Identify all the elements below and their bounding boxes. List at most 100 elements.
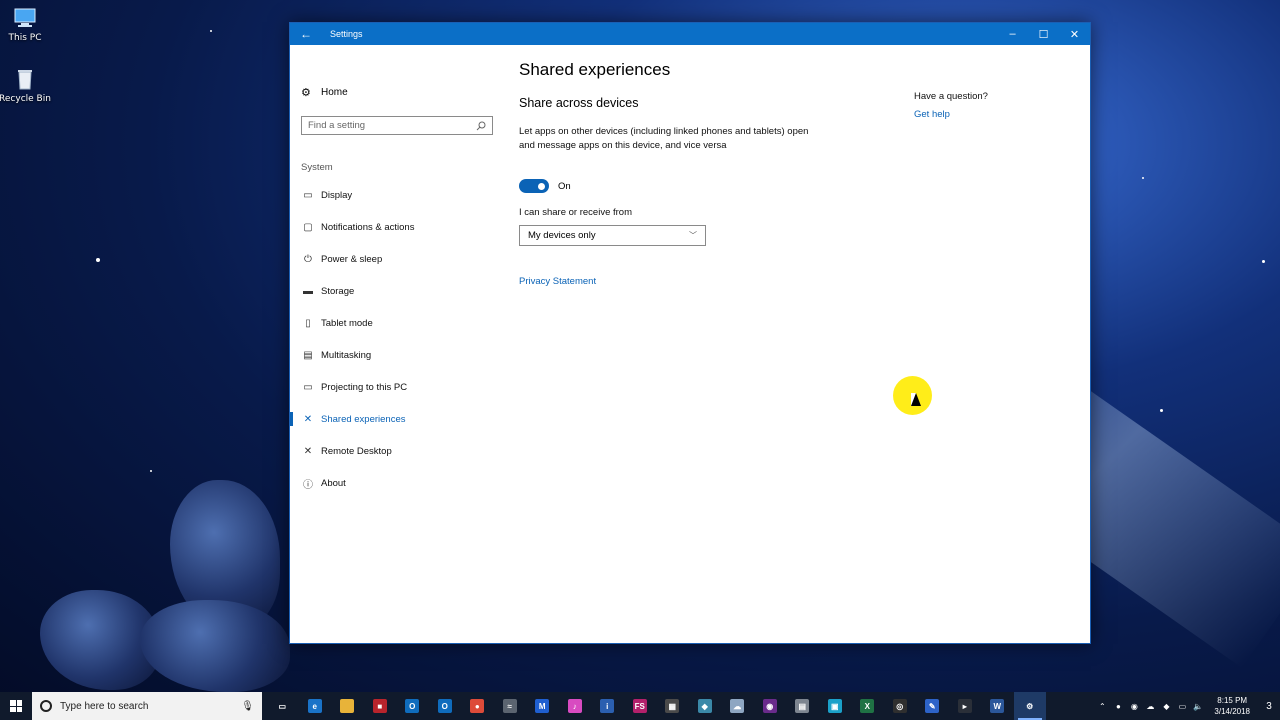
taskbar-app-itunes[interactable]: ♪ [559, 692, 592, 720]
get-help-link[interactable]: Get help [914, 109, 988, 120]
sidebar-item-projecting[interactable]: ▭ Projecting to this PC [290, 371, 502, 403]
chevron-up-icon[interactable]: ⌃ [1094, 702, 1110, 711]
minimize-button[interactable]: – [997, 23, 1028, 45]
sidebar-item-storage[interactable]: ▬ Storage [290, 275, 502, 307]
app-info-icon: i [600, 699, 615, 713]
sidebar-item-label: Remote Desktop [321, 445, 392, 457]
taskbar-app-obs[interactable]: ◎ [884, 692, 917, 720]
taskbar-clock[interactable]: 8:15 PM 3/14/2018 [1206, 695, 1258, 717]
taskbar-app-app-gray-2[interactable]: ▤ [786, 692, 819, 720]
sidebar-item-display[interactable]: ▭ Display [290, 179, 502, 211]
taskbar-app-edge[interactable]: e [299, 692, 332, 720]
tray-app-icon[interactable]: ◉ [1126, 702, 1142, 711]
taskbar-app-settings[interactable]: ⚙ [1013, 692, 1046, 720]
sidebar-item-power[interactable]: ⏻ Power & sleep [290, 243, 502, 275]
asteroid [140, 600, 290, 692]
app-teal-icon: ◆ [697, 699, 712, 713]
sidebar-item-multitasking[interactable]: ▤ Multitasking [290, 339, 502, 371]
app-cyan-icon: ▣ [827, 699, 842, 713]
calculator-icon: ▦ [665, 699, 680, 713]
itunes-icon: ♪ [567, 699, 582, 713]
sidebar-item-label: About [321, 477, 346, 489]
share-toggle[interactable] [519, 179, 549, 193]
taskbar-app-app-red[interactable]: ■ [364, 692, 397, 720]
app-cloud-icon: ☁ [730, 699, 745, 713]
notification-count: 3 [1266, 700, 1272, 712]
taskbar-app-malwarebytes[interactable]: M [526, 692, 559, 720]
gear-icon: ⚙ [301, 87, 311, 99]
share-from-dropdown[interactable]: My devices only ﹀ [519, 225, 706, 246]
excel-app-icon: X [860, 699, 875, 713]
taskbar-app-app-dark[interactable]: ▸ [949, 692, 982, 720]
sidebar-item-about[interactable]: ⓘ About [290, 467, 502, 499]
shared-icon: ✕ [303, 413, 313, 425]
page-title: Shared experiences [519, 60, 671, 79]
sidebar-item-remote-desktop[interactable]: ✕ Remote Desktop [290, 435, 502, 467]
search-placeholder: Find a setting [308, 120, 366, 131]
desktop-icon-recycle-bin[interactable]: Recycle Bin [0, 67, 55, 104]
network-icon[interactable]: ▭ [1174, 702, 1190, 711]
taskbar-app-outlook-2[interactable]: O [429, 692, 462, 720]
minimize-icon: – [1009, 28, 1016, 40]
taskbar-app-app-cloud[interactable]: ☁ [721, 692, 754, 720]
taskbar-app-app-teal[interactable]: ◆ [689, 692, 722, 720]
taskbar-app-app-info[interactable]: i [591, 692, 624, 720]
maximize-icon: ☐ [1038, 28, 1049, 41]
cortana-icon [40, 700, 52, 712]
taskbar-app-word[interactable]: W [981, 692, 1014, 720]
window-title: Settings [330, 29, 363, 39]
back-button[interactable]: ← [290, 23, 322, 45]
onedrive-icon[interactable]: ☁ [1142, 702, 1158, 711]
task-view-icon: ▭ [275, 699, 290, 713]
action-center-button[interactable]: 3 [1258, 701, 1280, 712]
outlook-2-icon: O [437, 699, 452, 713]
taskbar-apps: ▭ e ■ O O ● ≈ M ♪ i FS ▦ ◆ ☁ ◉ ▤ ▣ X ◎ ✎ ▸ W ⚙ [266, 692, 1046, 720]
taskbar-search-box[interactable]: Type here to search 🎙 [32, 692, 262, 720]
microphone-icon: 🎙 [241, 700, 254, 712]
multitasking-icon: ▤ [303, 349, 313, 361]
tray-app-icon[interactable]: ● [1110, 702, 1126, 711]
sidebar-item-label: Multitasking [321, 349, 372, 361]
nav-home-label: Home [321, 87, 348, 98]
back-arrow-icon: ← [300, 27, 312, 41]
taskbar-app-file-explorer[interactable] [331, 692, 364, 720]
taskbar-app-app-circle[interactable]: ◉ [754, 692, 787, 720]
dropdown-value: My devices only [528, 230, 596, 241]
word-icon: W [990, 699, 1005, 713]
sidebar-item-shared-experiences[interactable]: ✕ Shared experiences [290, 403, 502, 435]
taskbar-app-outlook[interactable]: O [396, 692, 429, 720]
chrome-icon: ● [470, 699, 485, 713]
close-button[interactable]: ✕ [1059, 23, 1090, 45]
start-button[interactable] [0, 692, 32, 720]
nav-list: ▭ Display ▢ Notifications & actions ⏻ Po… [290, 179, 502, 499]
star [96, 258, 100, 262]
app-circle-icon: ◉ [762, 699, 777, 713]
settings-nav: ⚙ Home Find a setting System ▭ Display ▢… [290, 45, 502, 644]
windows-logo-icon [10, 700, 22, 712]
taskbar-app-app-gray[interactable]: ≈ [494, 692, 527, 720]
info-icon: ⓘ [303, 479, 313, 491]
search-input[interactable]: Find a setting [301, 116, 493, 135]
taskbar: Type here to search 🎙 ▭ e ■ O O ● ≈ M ♪ i FS ▦ ◆ ☁ ◉ ▤ ▣… [0, 692, 1280, 720]
app-tray-icon[interactable]: ◆ [1158, 702, 1174, 711]
clock-date: 3/14/2018 [1214, 707, 1250, 716]
volume-icon[interactable]: 🔈 [1190, 702, 1206, 711]
privacy-statement-link[interactable]: Privacy Statement [519, 276, 596, 287]
taskbar-app-task-view[interactable]: ▭ [266, 692, 299, 720]
nav-home[interactable]: ⚙ Home [301, 86, 348, 99]
taskbar-app-chrome[interactable]: ● [461, 692, 494, 720]
desktop-icon-label: This PC [8, 33, 42, 43]
projecting-icon: ▭ [303, 381, 313, 393]
maximize-button[interactable]: ☐ [1028, 23, 1059, 45]
sidebar-item-tablet-mode[interactable]: ▯ Tablet mode [290, 307, 502, 339]
taskbar-app-excel-app[interactable]: X [851, 692, 884, 720]
sidebar-item-label: Projecting to this PC [321, 381, 408, 393]
sidebar-item-notifications[interactable]: ▢ Notifications & actions [290, 211, 502, 243]
taskbar-app-app-cyan[interactable]: ▣ [819, 692, 852, 720]
taskbar-app-fs-app[interactable]: FS [624, 692, 657, 720]
title-bar: ← Settings – ☐ ✕ [290, 23, 1090, 45]
share-toggle-row: On [519, 179, 571, 193]
desktop-icon-this-pc[interactable]: This PC [0, 6, 55, 43]
taskbar-app-app-blue-2[interactable]: ✎ [916, 692, 949, 720]
taskbar-app-calculator[interactable]: ▦ [656, 692, 689, 720]
